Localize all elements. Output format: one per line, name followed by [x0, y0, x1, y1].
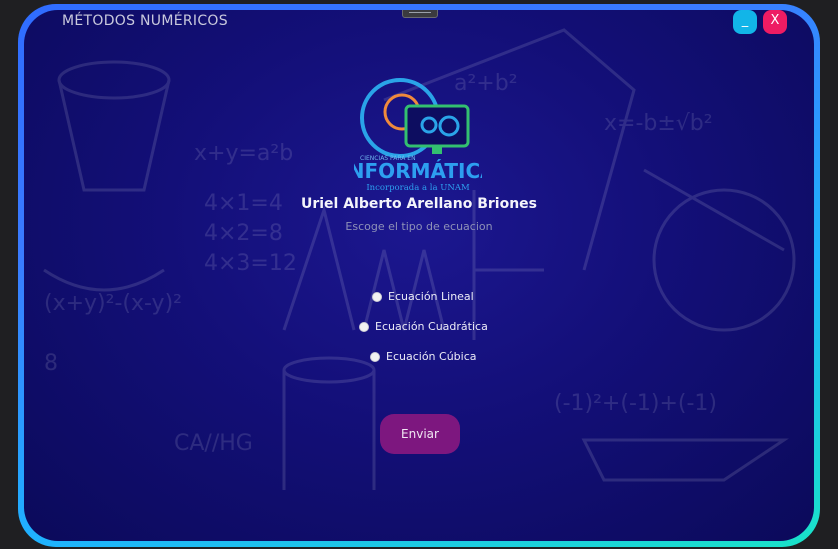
option-label: Ecuación Cúbica	[386, 350, 477, 363]
svg-text:Incorporada a la UNAM: Incorporada a la UNAM	[366, 183, 470, 192]
user-name: Uriel Alberto Arellano Briones	[300, 196, 537, 212]
close-button[interactable]: X	[763, 10, 787, 34]
minimize-button[interactable]: _	[733, 10, 757, 34]
app-window: x+y=a²b 4×1=4 4×2=8 4×3=12 (x+y)²-(x-y)²…	[24, 10, 814, 541]
option-cuadratica[interactable]: Ecuación Cuadrática	[359, 320, 488, 333]
option-lineal[interactable]: Ecuación Lineal	[372, 290, 474, 303]
option-label: Ecuación Cuadrática	[375, 320, 488, 333]
radio-button[interactable]	[359, 321, 369, 332]
option-label: Ecuación Lineal	[388, 290, 474, 303]
radio-button[interactable]	[370, 351, 380, 362]
svg-text:INFORMÁTICA: INFORMÁTICA	[354, 159, 482, 183]
radio-button[interactable]	[372, 291, 382, 302]
svg-text:(-1)²+(-1)+(-1): (-1)²+(-1)+(-1)	[554, 391, 717, 416]
instruction-text: Escoge el tipo de ecuacion	[345, 220, 493, 233]
svg-text:CA//HG: CA//HG	[174, 431, 253, 456]
svg-text:x+y=a²b: x+y=a²b	[194, 141, 293, 166]
svg-text:(x+y)²-(x-y)²: (x+y)²-(x-y)²	[44, 291, 182, 316]
submit-button[interactable]: Enviar	[380, 414, 460, 454]
svg-text:4×3=12: 4×3=12	[204, 251, 297, 276]
svg-text:8: 8	[44, 351, 58, 376]
window-title: MÉTODOS NUMÉRICOS	[62, 13, 228, 29]
option-cubica[interactable]: Ecuación Cúbica	[370, 350, 477, 363]
svg-text:x=-b±√b²: x=-b±√b²	[604, 111, 713, 136]
informatica-logo: CIENCIAS PARA EN INFORMÁTICA Incorporada…	[354, 78, 482, 192]
drag-handle[interactable]	[402, 10, 438, 18]
